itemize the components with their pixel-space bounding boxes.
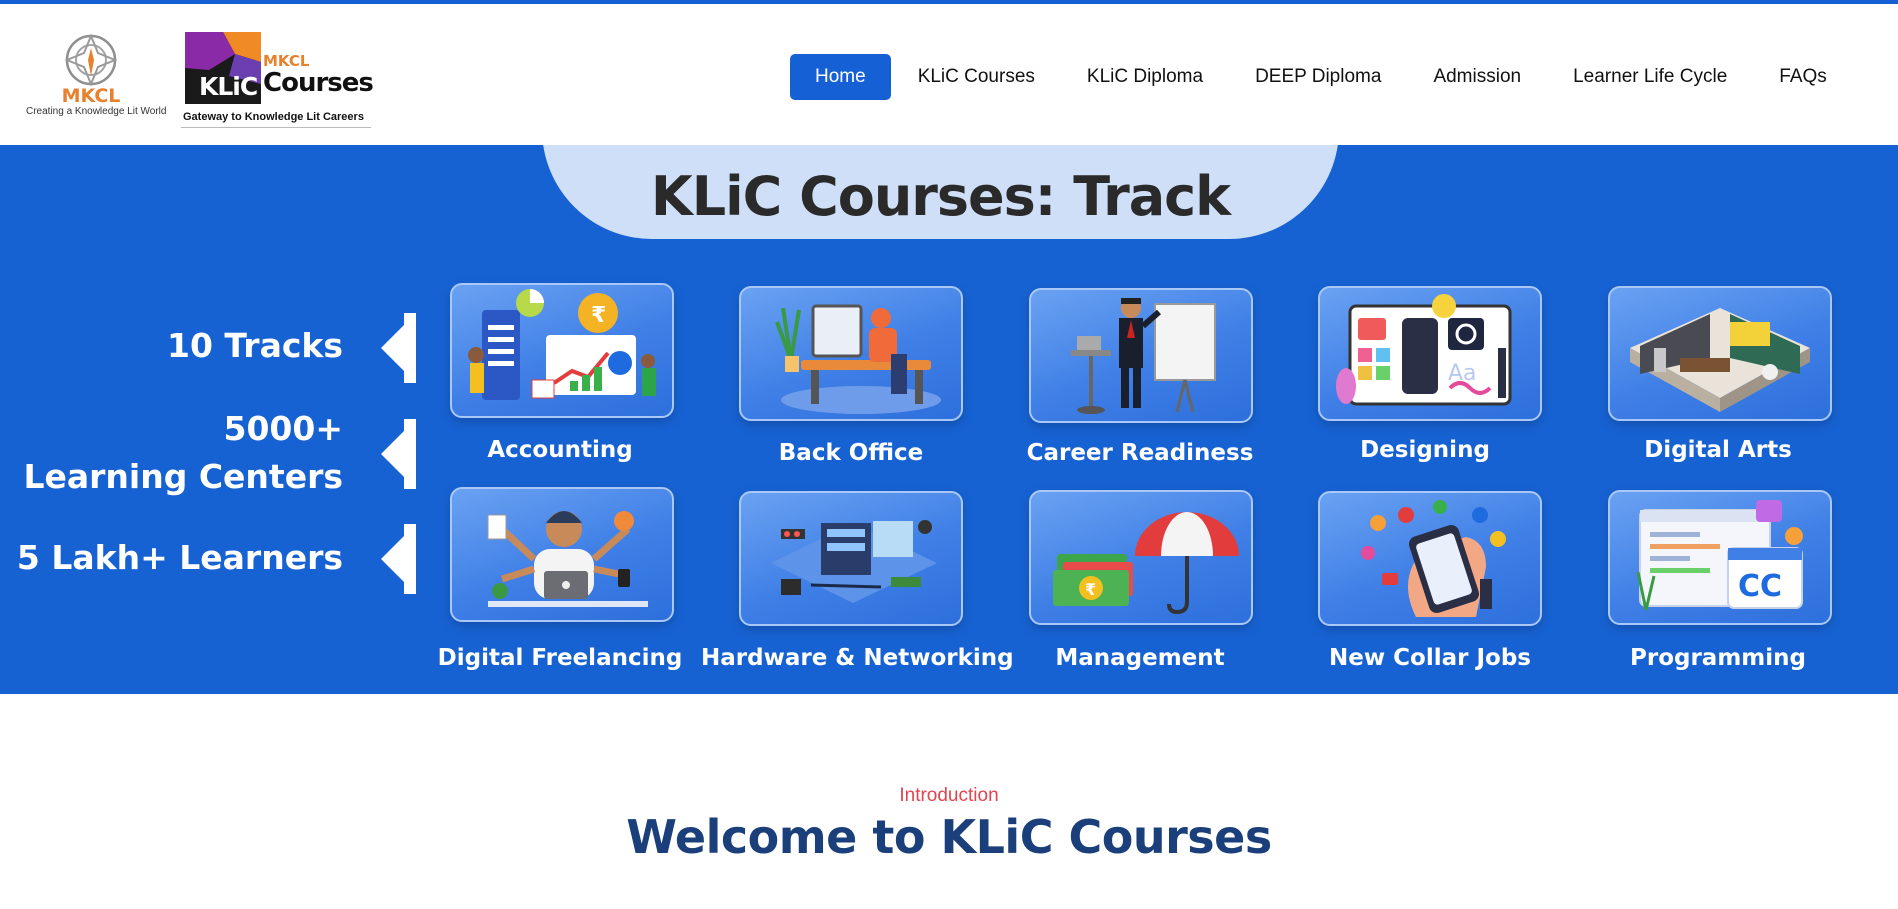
track-card-digital-freelancing[interactable] (450, 487, 674, 622)
stat-centers-count: 5000+ (223, 409, 344, 448)
track-label: Career Readiness (1026, 440, 1254, 466)
svg-text:₹: ₹ (1085, 580, 1096, 599)
stat-arrow-bar (404, 313, 416, 383)
track-card-back-office[interactable] (739, 286, 963, 421)
accounting-icon: ₹ (468, 289, 656, 400)
svg-text:CC: CC (1738, 569, 1782, 604)
nav-faqs[interactable]: FAQs (1753, 54, 1853, 100)
hardware-networking-icon (771, 520, 937, 603)
klic-logo-tagline: Gateway to Knowledge Lit Careers (183, 111, 364, 123)
track-card-new-collar-jobs[interactable] (1318, 491, 1542, 626)
klic-logo-courses: Courses (263, 68, 374, 98)
track-card-career-readiness[interactable] (1029, 288, 1253, 423)
nav-learner-life-cycle[interactable]: Learner Life Cycle (1547, 54, 1753, 100)
section-heading: Welcome to KLiC Courses (626, 810, 1272, 864)
nav-klic-diploma[interactable]: KLiC Diploma (1061, 54, 1229, 100)
programming-icon: CC (1636, 500, 1803, 611)
nav-home[interactable]: Home (790, 54, 891, 100)
digital-freelancing-icon (487, 511, 648, 607)
banner-title-pill: KLiC Courses: Track (542, 145, 1339, 239)
nav-klic-courses[interactable]: KLiC Courses (892, 54, 1061, 100)
track-card-designing[interactable]: Aa (1318, 286, 1542, 421)
banner-title: KLiC Courses: Track (650, 165, 1231, 228)
track-card-programming[interactable]: CC (1608, 490, 1832, 625)
track-label: New Collar Jobs (1329, 645, 1531, 671)
track-label: Designing (1360, 437, 1490, 463)
track-card-hardware-networking[interactable] (739, 491, 963, 626)
career-readiness-icon (1071, 298, 1216, 414)
svg-text:₹: ₹ (591, 303, 606, 328)
stat-arrow-bar (404, 524, 416, 594)
back-office-icon (775, 304, 941, 414)
designing-icon: Aa (1336, 294, 1512, 406)
track-label: Management (1055, 645, 1225, 671)
stat-tracks: 10 Tracks (167, 326, 343, 365)
track-label: Digital Freelancing (437, 645, 683, 671)
track-card-accounting[interactable]: ₹ (450, 283, 674, 418)
mkcl-logo[interactable]: MKCL Creating a Knowledge Lit World (26, 32, 167, 126)
klic-courses-logo[interactable]: MKCL KLiC Courses Gateway to Knowledge L… (181, 28, 374, 128)
track-label: Digital Arts (1644, 437, 1792, 463)
track-card-management[interactable]: ₹ (1029, 490, 1253, 625)
hero-banner[interactable]: KLiC Courses: Track 10 Tracks 5000+ Lear… (0, 145, 1898, 694)
stat-centers-label: Learning Centers (23, 457, 343, 496)
track-label: Hardware & Networking (701, 645, 1014, 671)
new-collar-jobs-icon (1361, 500, 1506, 617)
site-header: MKCL Creating a Knowledge Lit World MKCL… (0, 4, 1898, 145)
mkcl-emblem-icon (64, 33, 118, 87)
section-eyebrow: Introduction (899, 785, 999, 806)
digital-arts-icon (1630, 308, 1810, 412)
track-card-digital-arts[interactable] (1608, 286, 1832, 421)
klic-logo-divider (181, 127, 371, 128)
management-icon: ₹ (1053, 512, 1239, 615)
mkcl-logo-name: MKCL (61, 85, 121, 107)
main-nav: Home KLiC Courses KLiC Diploma DEEP Dipl… (790, 54, 1853, 100)
mkcl-logo-tagline: Creating a Knowledge Lit World (26, 106, 167, 117)
nav-deep-diploma[interactable]: DEEP Diploma (1229, 54, 1407, 100)
stat-learners: 5 Lakh+ Learners (16, 538, 343, 577)
nav-admission[interactable]: Admission (1407, 54, 1547, 100)
track-label: Back Office (778, 440, 924, 466)
track-label: Accounting (487, 437, 633, 463)
klic-logo-klic: KLiC (199, 72, 258, 101)
track-label: Programming (1630, 645, 1806, 671)
